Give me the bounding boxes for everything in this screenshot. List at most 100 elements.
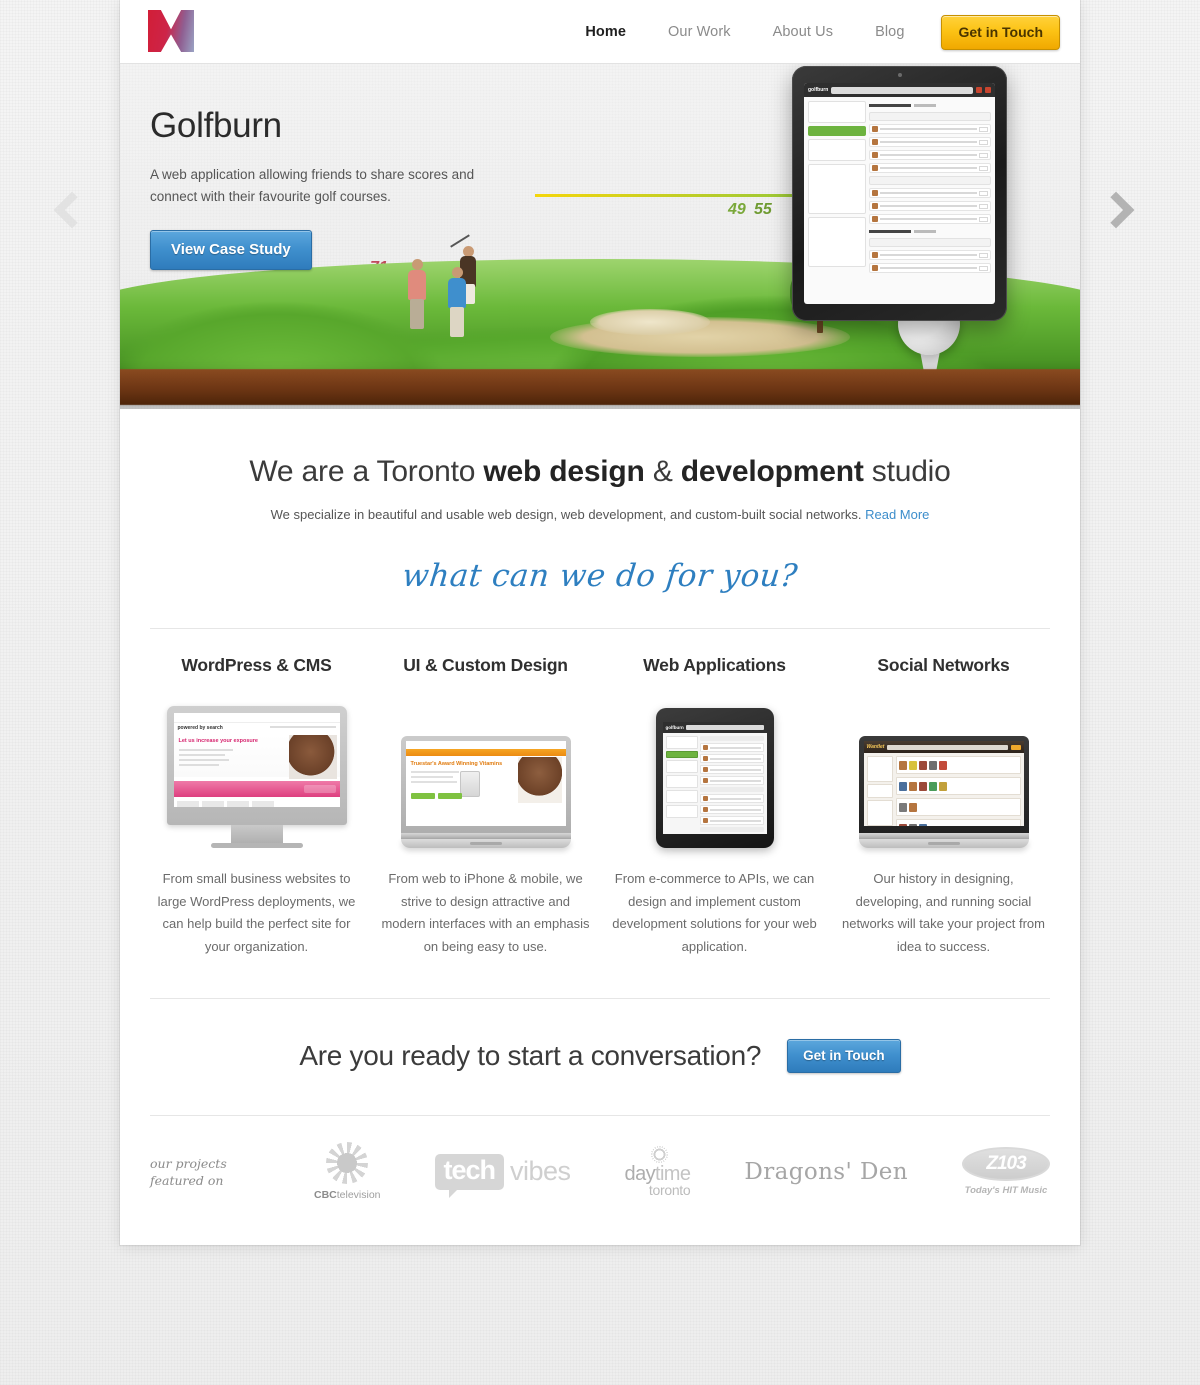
mockup-headline: Let us increase your exposure [178,738,258,744]
macbook-pro-device: Wantlet [858,736,1029,848]
spectator-two [445,267,469,339]
service-thumbnail: Truestar's Award Winning Vitamins [381,698,590,848]
mockup-powered-by-search: powered by search Let us increase your e… [173,713,340,807]
hero-prev-arrow[interactable] [48,180,96,240]
app-player-row [869,263,991,273]
app-heading-filter [914,229,936,233]
app-add-round-button[interactable] [808,126,866,136]
imac-screen: powered by search Let us increase your e… [173,713,340,807]
mockup-buttons [410,793,462,799]
ipad-device: golfburn [655,708,774,848]
app-player-row [869,201,991,211]
techvibes-bubble-icon: tech [434,1153,505,1198]
intro-lede-text: We specialize in beautiful and usable we… [270,507,862,522]
ipad-screen: golfburn [662,722,767,834]
intro-heading-part1: We are a Toronto [249,455,484,488]
cta-section: Are you ready to start a conversation? G… [120,999,1080,1081]
mockup-search-input[interactable] [685,725,764,730]
spectator-torso [408,270,426,300]
featured-label-line2: featured on [150,1172,224,1188]
app-player-row [869,214,991,224]
mockup-headline: Truestar's Award Winning Vitamins [410,761,503,767]
hero-subtitle: A web application allowing friends to sh… [150,167,475,204]
imac-base [210,843,303,848]
app-heading-bar [869,229,911,233]
tablet-screen: golfburn [804,83,995,304]
nav-item-about-us[interactable]: About Us [752,24,854,40]
app-courses-card [808,217,866,267]
dragons-den-logo: Dragons' Den [744,1158,909,1185]
featured-on-bar: our projects featured on CBCtelevision t… [120,1116,1080,1245]
nav-item-blog[interactable]: Blog [854,24,925,40]
app-round-date [869,112,991,121]
app-brand-label: golfburn [808,87,829,93]
service-title: Social Networks [877,655,1010,675]
laptop-base [858,839,1029,848]
mockup-social-network: Wantlet [863,741,1024,826]
app-section-heading [869,101,991,109]
hero-slider: Golfburn A web application allowing frie… [120,64,1080,409]
app-body [804,97,995,277]
mockup-cta-band [173,781,340,797]
service-description: From small business websites to large Wo… [157,871,356,954]
view-case-study-button[interactable]: View Case Study [150,230,312,270]
mockup-search-button[interactable] [1010,744,1021,750]
header-get-in-touch-button[interactable]: Get in Touch [941,14,1060,50]
read-more-link[interactable]: Read More [865,507,929,522]
cta-heading: Are you ready to start a conversation? [299,1040,762,1071]
service-description: Our history in designing, developing, an… [841,871,1045,954]
service-card-social-networks: Social Networks Wantlet Our history in d… [829,655,1058,958]
score-label-49: 49 [728,201,746,218]
service-title: Web Applications [643,655,786,675]
service-thumbnail: powered by search Let us increase your e… [152,698,361,848]
mockup-main [895,756,1021,826]
spectator-legs [450,307,464,337]
techvibes-logo: tech vibes [434,1153,571,1198]
nav-item-home[interactable]: Home [564,24,647,40]
page-title: We are a Toronto web design & developmen… [120,455,1080,489]
spectator-legs [410,299,424,329]
tablet-camera-icon [897,73,902,77]
mockup-nav [405,749,566,756]
featured-on-label: our projects featured on [150,1155,260,1189]
app-round-date [869,238,991,247]
app-player-row [869,137,991,147]
app-stats-card [808,139,866,161]
app-heading-bar [869,103,911,107]
service-card-ui-design: UI & Custom Design Truestar's Award Winn… [371,655,600,958]
app-player-row [869,250,991,260]
service-card-web-applications: Web Applications golfburn From e-commerc… [600,655,829,958]
intro-heading-bold2: development [680,455,864,488]
mediumrare-m-logo[interactable] [148,10,194,52]
laptop-base [400,839,571,848]
laptop-screen: Truestar's Award Winning Vitamins [405,741,566,826]
imac-device: powered by search Let us increase your e… [166,706,347,848]
chevron-right-icon [1097,191,1135,229]
cbc-bold-text: CBC [313,1189,337,1201]
intro-section: We are a Toronto web design & developmen… [120,409,1080,594]
mockup-brand-label: powered by search [177,725,223,731]
app-notification-badge [976,87,982,93]
hero-title: Golfburn [150,106,282,145]
app-main-column [869,101,991,273]
mockup-product-jar [459,771,480,797]
cbc-gem-icon [326,1142,369,1184]
service-thumbnail: golfburn [610,698,819,848]
app-profile-card [808,101,866,123]
mockup-photo [517,757,562,803]
app-search-input[interactable] [831,86,973,94]
mockup-sidebar [866,756,893,826]
intro-heading-part2: & [644,455,681,488]
mockup-sidebar [665,736,698,834]
z1035-logo: Z103 Today's HIT Music [962,1147,1050,1196]
cta-get-in-touch-button[interactable]: Get in Touch [787,1039,901,1073]
score-label-55: 55 [754,201,772,218]
cbc-wordmark: CBCtelevision [314,1189,381,1201]
hero-next-arrow[interactable] [1092,180,1140,240]
app-player-row [869,163,991,173]
nav-item-our-work[interactable]: Our Work [647,24,752,40]
mockup-search-input[interactable] [887,744,1008,750]
mockup-service-icons [176,801,337,807]
laptop-lid: Wantlet [858,736,1029,833]
service-title: WordPress & CMS [181,655,332,675]
